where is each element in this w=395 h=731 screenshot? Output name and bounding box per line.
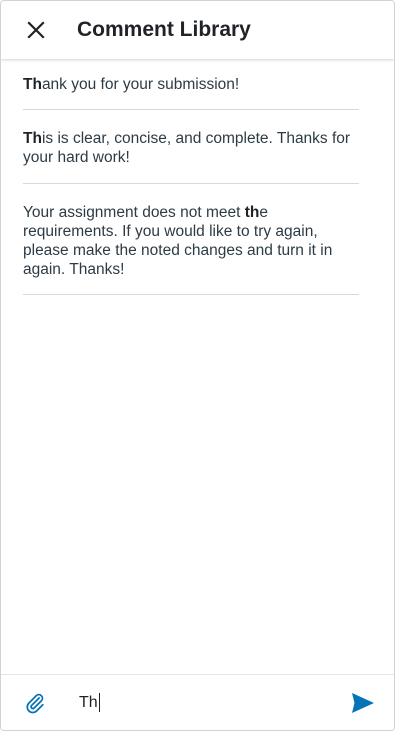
comment-text-suffix: ank you for your submission!: [41, 76, 240, 93]
comment-input[interactable]: Th: [79, 691, 350, 715]
comment-text-suffix: is is clear, concise, and complete. Than…: [23, 130, 351, 166]
comment-suggestion-item[interactable]: This is clear, concise, and complete. Th…: [23, 110, 359, 184]
send-icon: [352, 692, 374, 713]
comment-text-match: th: [244, 204, 260, 221]
text-caret: [98, 693, 101, 712]
send-button[interactable]: [350, 690, 376, 716]
comment-composer: Th: [1, 674, 394, 730]
comment-text-match: Th: [23, 130, 42, 147]
top-app-bar: Comment Library: [1, 1, 394, 59]
close-icon: [27, 21, 45, 39]
close-button[interactable]: [23, 17, 49, 43]
comment-suggestion-list: Thank you for your submission! This is c…: [23, 59, 359, 295]
comment-text-prefix: Your assignment does not meet: [23, 204, 245, 221]
comment-library-screen: Comment Library Thank you for your submi…: [0, 0, 395, 731]
comment-suggestion-item[interactable]: Thank you for your submission!: [23, 59, 359, 110]
comment-input-value: Th: [79, 693, 98, 711]
comment-suggestion-item[interactable]: Your assignment does not meet the requir…: [23, 184, 359, 295]
attach-button[interactable]: [23, 691, 47, 715]
page-title: Comment Library: [77, 18, 251, 41]
comment-text-match: Th: [23, 76, 42, 93]
paperclip-icon: [26, 693, 44, 713]
